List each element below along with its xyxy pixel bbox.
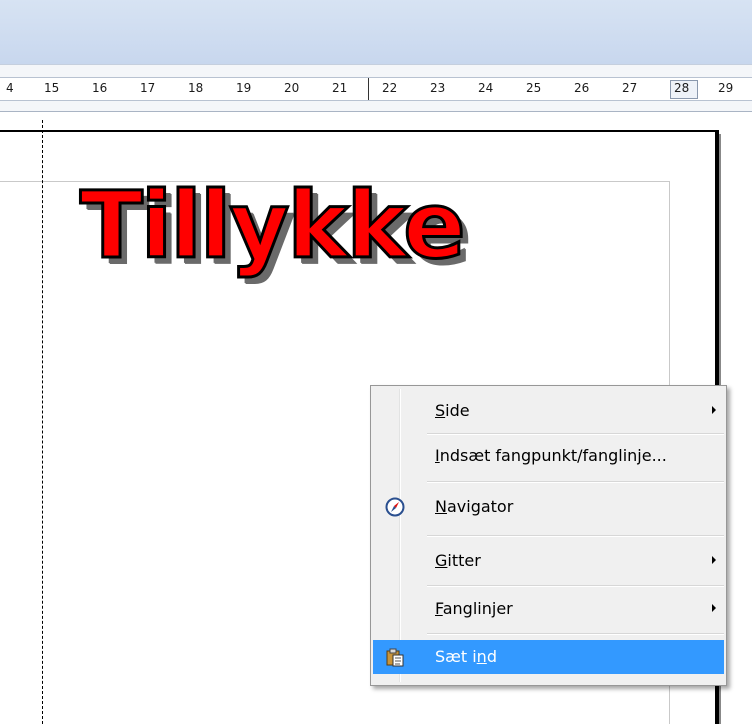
ruler-label: 20 (284, 81, 300, 95)
menu-item-label: Side (435, 401, 470, 420)
menu-item-label: Gitter (435, 551, 481, 570)
ruler-label: 24 (478, 81, 494, 95)
menu-item-navigator[interactable]: Navigator (373, 490, 724, 524)
ruler-label: 28 (674, 81, 690, 95)
menu-item-grid[interactable]: Gitter (373, 544, 724, 578)
navigator-compass-icon (385, 497, 405, 517)
menu-item-label: Fanglinjer (435, 599, 513, 618)
context-menu: Side Indsæt fangpunkt/fanglinje... Navig… (370, 385, 727, 686)
ruler-label: 27 (622, 81, 638, 95)
menu-separator (427, 433, 724, 435)
page-border-top (0, 130, 719, 132)
ruler-label: 26 (574, 81, 590, 95)
ruler-label: 16 (92, 81, 108, 95)
menu-separator (427, 535, 724, 537)
paste-clipboard-icon (386, 648, 404, 667)
menu-item-label: Sæt ind (435, 647, 497, 666)
ruler-label: 15 (44, 81, 60, 95)
submenu-arrow-icon (712, 406, 716, 414)
ruler-label: 29 (718, 81, 734, 95)
ruler-label: 22 (382, 81, 398, 95)
ruler-indent-marker[interactable] (368, 78, 369, 100)
submenu-arrow-icon (712, 556, 716, 564)
menu-item-paste[interactable]: Sæt ind (373, 640, 724, 674)
menu-item-insert-snap-point[interactable]: Indsæt fangpunkt/fanglinje... (373, 439, 724, 473)
menu-separator (427, 585, 724, 587)
submenu-arrow-icon (712, 604, 716, 612)
menu-item-side[interactable]: Side (373, 394, 724, 428)
menu-item-label: Indsæt fangpunkt/fanglinje... (435, 446, 667, 465)
ruler-label: 23 (430, 81, 446, 95)
ruler-label: 18 (188, 81, 204, 95)
ruler-label: 21 (332, 81, 348, 95)
fontwork-headline[interactable]: Tillykke (79, 178, 468, 273)
ruler-scale: 4 15 16 17 18 19 20 21 22 23 24 25 26 27… (0, 77, 752, 101)
snap-line[interactable] (42, 120, 43, 724)
toolbar-area (0, 0, 752, 64)
menu-item-snap-lines[interactable]: Fanglinjer (373, 592, 724, 626)
ruler-label: 25 (526, 81, 542, 95)
ruler-label: 17 (140, 81, 156, 95)
ruler-label: 4 (6, 81, 14, 95)
menu-separator (427, 633, 724, 635)
ruler-label: 19 (236, 81, 252, 95)
horizontal-ruler[interactable]: 4 15 16 17 18 19 20 21 22 23 24 25 26 27… (0, 64, 752, 112)
menu-separator (427, 481, 724, 483)
menu-item-label: Navigator (435, 497, 514, 516)
menu-icon-gutter (399, 389, 401, 682)
